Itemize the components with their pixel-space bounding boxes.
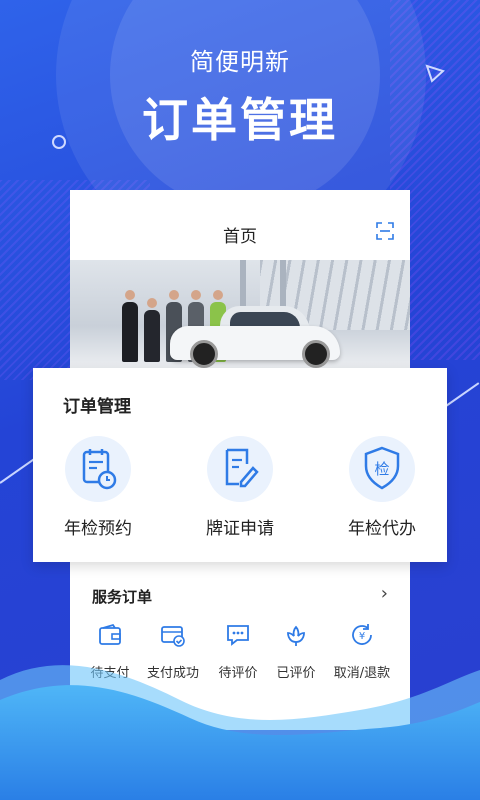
order-management-card: 订单管理 年检预约 牌证申请 检 年检代办 <box>33 368 447 562</box>
shield-badge-text: 检 <box>374 460 389 478</box>
car-wheel <box>302 340 330 368</box>
feature-icon-circle <box>207 436 273 502</box>
order-card-title: 订单管理 <box>63 397 131 417</box>
feature-license-application[interactable]: 牌证申请 <box>185 436 295 539</box>
bottom-wave <box>0 665 480 800</box>
calendar-clock-icon <box>82 449 117 490</box>
hero-title: 订单管理 <box>142 93 338 147</box>
document-edit-icon <box>225 448 259 488</box>
feature-label: 年检预约 <box>64 519 132 539</box>
feature-icon-circle <box>65 436 131 502</box>
feature-icon-circle: 检 <box>349 436 415 502</box>
feature-inspection-agency[interactable]: 检 年检代办 <box>327 436 437 539</box>
feature-label: 年检代办 <box>348 519 416 539</box>
phone-header: 首页 <box>70 190 410 260</box>
chevron-right-icon[interactable]: › <box>381 583 388 604</box>
person-figure <box>122 290 138 362</box>
page-title: 首页 <box>223 227 257 247</box>
banner-image[interactable] <box>70 260 410 370</box>
hero-subtitle: 简便明新 <box>190 48 290 76</box>
car-wheel <box>190 340 218 368</box>
feature-inspection-booking[interactable]: 年检预约 <box>43 436 153 539</box>
shield-check-icon: 检 <box>364 446 400 490</box>
feature-label: 牌证申请 <box>206 519 274 539</box>
person-figure <box>144 298 160 362</box>
service-orders-title[interactable]: 服务订单 <box>92 586 152 607</box>
scan-icon[interactable] <box>376 222 394 240</box>
